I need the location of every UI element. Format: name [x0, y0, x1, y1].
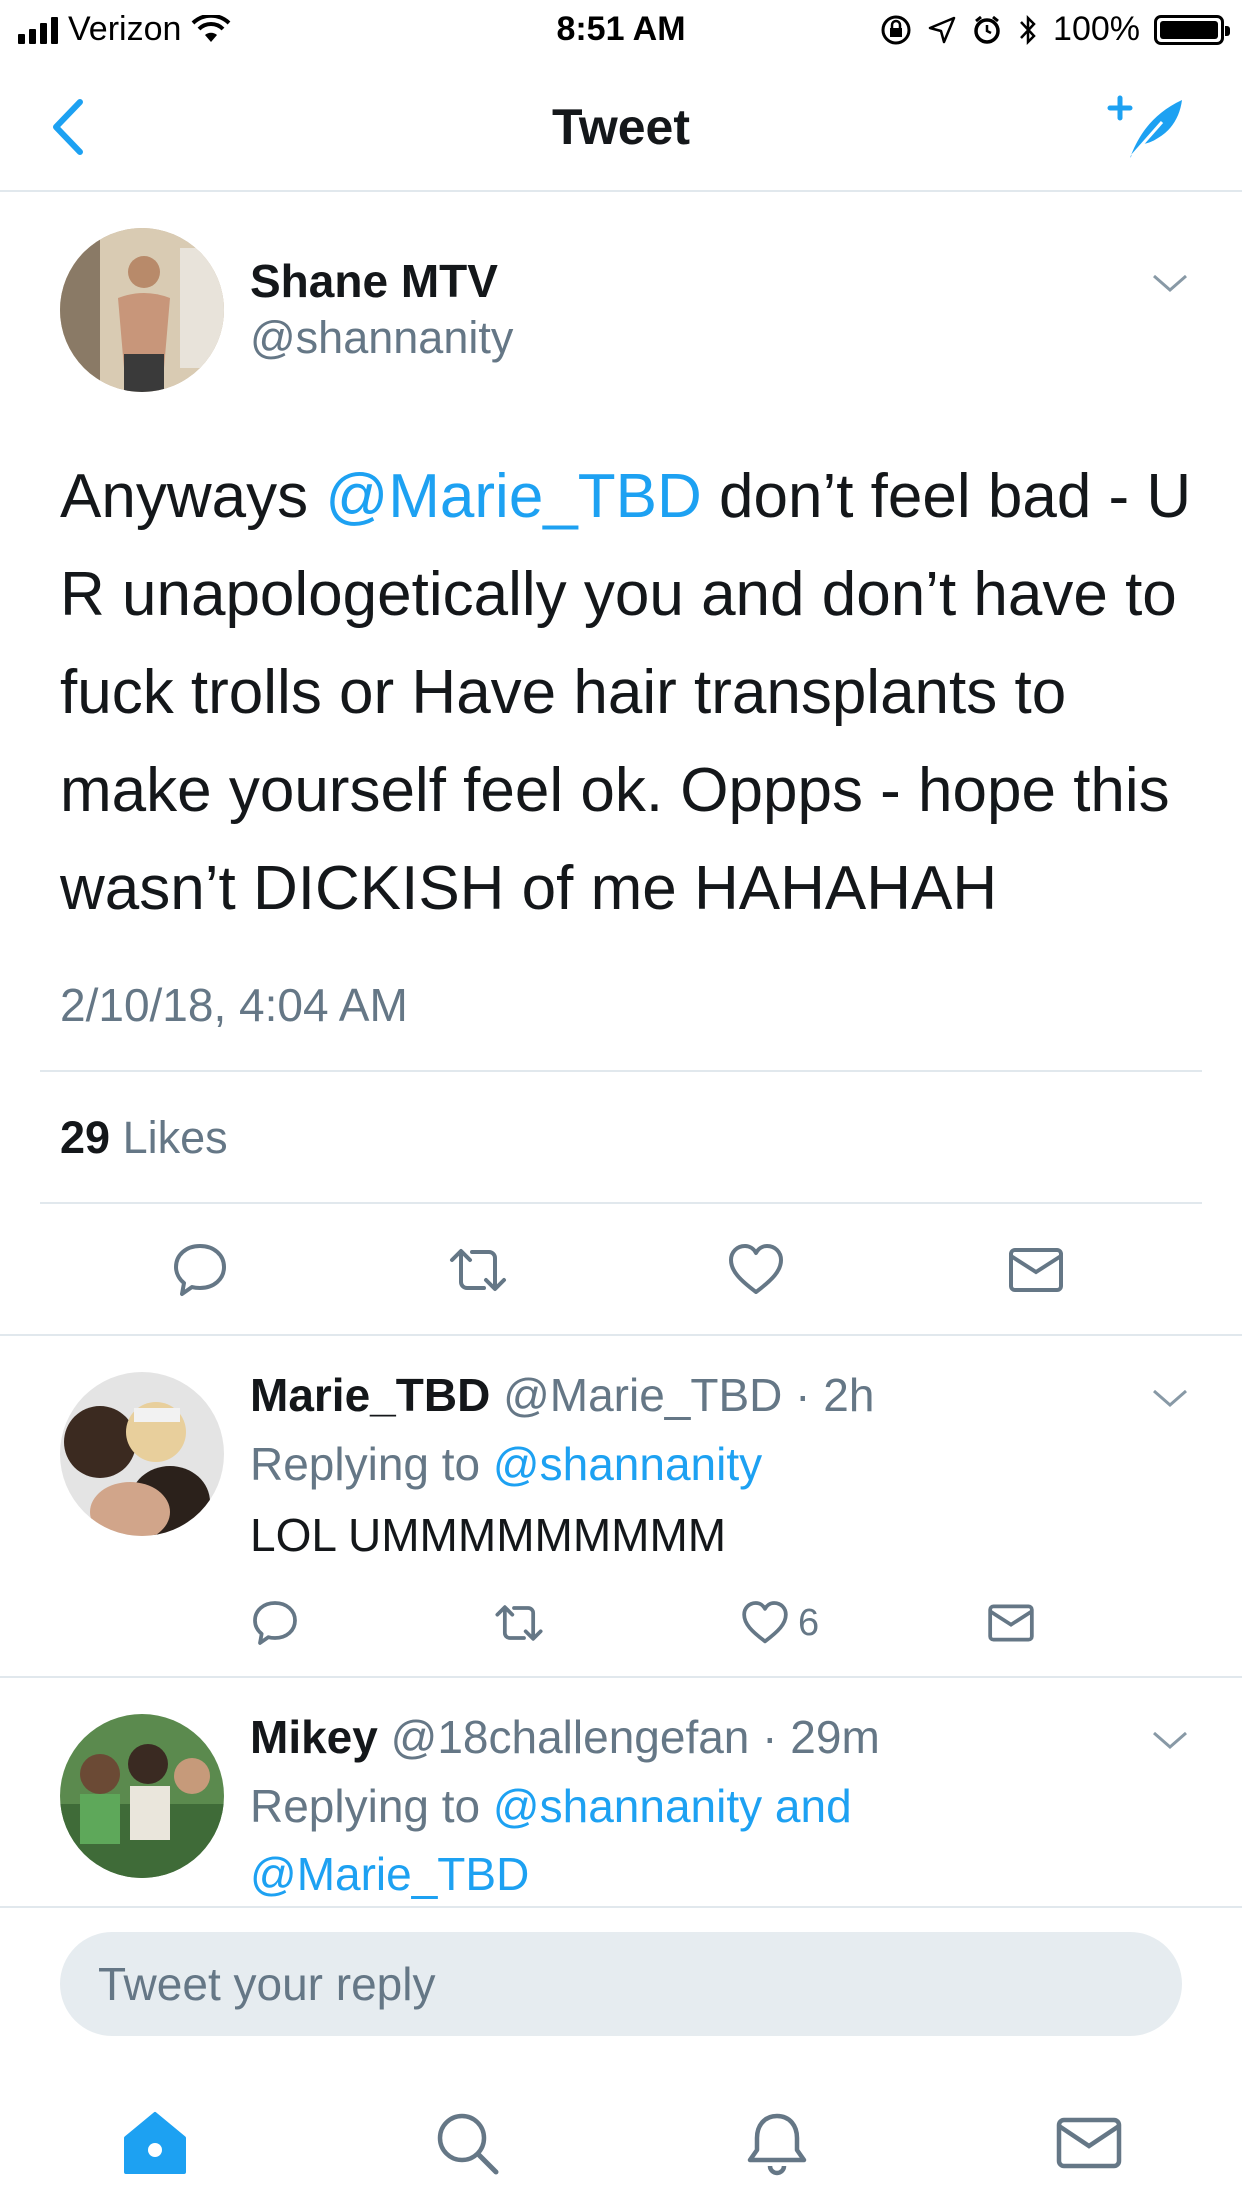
- alarm-clock-icon: [974, 15, 1000, 44]
- separator-dot: ·: [782, 1369, 824, 1421]
- retweet-icon[interactable]: [494, 1598, 544, 1648]
- reply-header: Marie_TBD @Marie_TBD · 2h: [250, 1368, 874, 1422]
- retweet-icon[interactable]: [448, 1240, 508, 1300]
- separator-dot: ·: [749, 1711, 791, 1763]
- reply-author-name[interactable]: Marie_TBD: [250, 1369, 490, 1421]
- battery-percent: 100%: [1053, 10, 1140, 48]
- reply-input[interactable]: [60, 1932, 1182, 2036]
- messages-envelope-icon[interactable]: [1054, 2108, 1124, 2178]
- avatar[interactable]: [60, 1714, 224, 1878]
- mention-link[interactable]: @Marie_TBD: [325, 462, 701, 531]
- like-heart-icon[interactable]: [726, 1240, 786, 1300]
- notifications-bell-icon[interactable]: [742, 2108, 812, 2178]
- divider: [40, 1070, 1202, 1072]
- tweet-text: Anyways @Marie_TBD don’t feel bad - U R …: [60, 448, 1200, 938]
- chevron-down-icon[interactable]: [1150, 1727, 1190, 1753]
- like-heart-icon[interactable]: [740, 1598, 790, 1648]
- avatar-image: [60, 1714, 224, 1878]
- author-handle[interactable]: @shannanity: [250, 312, 513, 364]
- replying-to-label: Replying to: [250, 1438, 493, 1490]
- compose-feather-icon[interactable]: [1102, 86, 1192, 166]
- reply-author-handle[interactable]: @18challengefan: [391, 1711, 750, 1763]
- divider: [0, 1676, 1242, 1678]
- reply-time: 29m: [790, 1711, 880, 1763]
- reply-composer-bar: [0, 1906, 1242, 2208]
- bluetooth-icon: [1020, 14, 1036, 45]
- nav-bar: Tweet: [0, 62, 1242, 192]
- status-right: 100%: [879, 10, 1230, 49]
- avatar[interactable]: [60, 228, 224, 392]
- replying-to: Replying to @shannanity and @Marie_TBD: [250, 1772, 970, 1908]
- search-icon[interactable]: [432, 2108, 502, 2178]
- divider: [40, 1202, 1202, 1204]
- chevron-down-icon[interactable]: [1150, 1385, 1190, 1411]
- author-name[interactable]: Shane MTV: [250, 254, 498, 308]
- battery-icon: [1154, 14, 1230, 45]
- reply-author-name[interactable]: Mikey: [250, 1711, 378, 1763]
- reply-text: LOL UMMMMMMMMM: [250, 1509, 727, 1561]
- avatar-image: [60, 228, 224, 392]
- reply-icon[interactable]: [170, 1240, 230, 1300]
- home-icon[interactable]: [120, 2108, 190, 2178]
- likes-count[interactable]: 29 Likes: [60, 1112, 228, 1164]
- location-arrow-icon: [928, 16, 956, 43]
- tweet-text-part: Anyways: [60, 462, 326, 531]
- divider: [0, 1334, 1242, 1336]
- like-count: 6: [798, 1602, 820, 1644]
- page-title: Tweet: [552, 99, 690, 155]
- replying-to: Replying to @shannanity: [250, 1430, 1150, 1498]
- direct-message-icon[interactable]: [986, 1598, 1036, 1648]
- chevron-down-icon[interactable]: [1150, 270, 1190, 296]
- status-bar: Verizon 8:51 AM 100%: [0, 0, 1242, 62]
- direct-message-icon[interactable]: [1006, 1240, 1066, 1300]
- tweet-text-part: don’t feel bad - U R unapologetically yo…: [60, 462, 1192, 923]
- reply-icon[interactable]: [250, 1598, 300, 1648]
- reply-header: Mikey @18challengefan · 29m: [250, 1710, 880, 1764]
- replying-to-mention[interactable]: @shannanity: [493, 1438, 762, 1490]
- tweet-timestamp: 2/10/18, 4:04 AM: [60, 979, 408, 1031]
- avatar-image: [60, 1372, 224, 1536]
- avatar[interactable]: [60, 1372, 224, 1536]
- likes-label: Likes: [122, 1112, 228, 1163]
- likes-number: 29: [60, 1112, 111, 1163]
- reply-author-handle[interactable]: @Marie_TBD: [503, 1369, 782, 1421]
- replying-to-label: Replying to: [250, 1780, 493, 1832]
- orientation-lock-icon: [881, 15, 911, 44]
- reply-time: 2h: [823, 1369, 875, 1421]
